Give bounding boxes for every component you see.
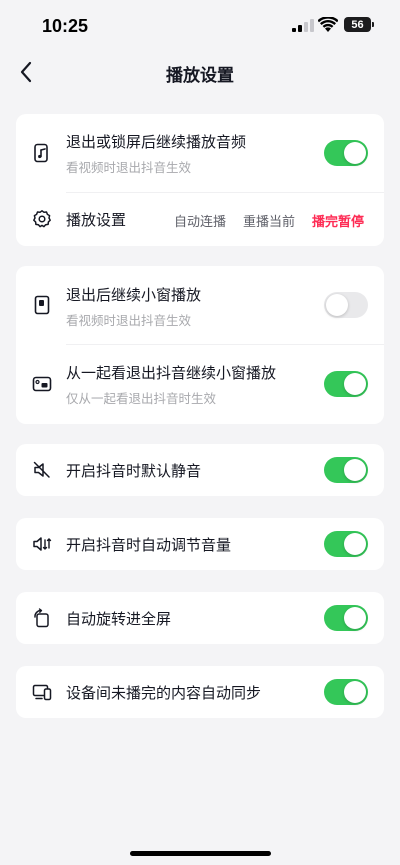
background-audio-title: 退出或锁屏后继续播放音频 [66,133,247,151]
status-bar: 10:25 56 [0,0,400,52]
mini-window-icon [32,295,52,315]
rotate-title: 自动旋转进全屏 [66,610,172,628]
watch-together-icon [32,374,52,394]
watch-together-toggle[interactable] [324,371,368,397]
background-audio-toggle[interactable] [324,140,368,166]
volume-adjust-icon [32,534,52,554]
card-mini-window: 退出后继续小窗播放 看视频时退出抖音生效 从一起看退出抖音继续小窗播放 仅从一起… [16,266,384,424]
music-phone-icon [32,143,52,163]
mute-title: 开启抖音时默认静音 [66,462,202,480]
card-volume: 开启抖音时自动调节音量 [16,518,384,570]
card-sync: 设备间未播完的内容自动同步 [16,666,384,718]
mute-speaker-icon [32,460,52,480]
option-autoplay[interactable]: 自动连播 [174,211,226,230]
row-sync: 设备间未播完的内容自动同步 [16,666,384,718]
mini-window-toggle[interactable] [324,292,368,318]
nav-bar: 播放设置 [0,52,400,92]
rotate-screen-icon [32,608,52,628]
mini-window-subtitle: 看视频时退出抖音生效 [66,313,192,328]
row-playback-mode: 播放设置 自动连播 重播当前 播完暂停 [16,193,384,246]
sync-title: 设备间未播完的内容自动同步 [66,684,262,702]
playback-mode-title: 播放设置 [66,211,127,229]
mini-window-title: 退出后继续小窗播放 [66,286,202,304]
card-audio-playback: 退出或锁屏后继续播放音频 看视频时退出抖音生效 播放设置 自动连播 重播当前 播… [16,114,384,246]
row-mini-window: 退出后继续小窗播放 看视频时退出抖音生效 [16,266,384,344]
battery-cap [372,22,374,27]
row-volume: 开启抖音时自动调节音量 [16,518,384,570]
gear-icon [32,209,52,229]
row-rotate: 自动旋转进全屏 [16,592,384,644]
option-replay[interactable]: 重播当前 [243,211,295,230]
cellular-signal-icon [292,19,314,32]
card-rotate: 自动旋转进全屏 [16,592,384,644]
row-watch-together: 从一起看退出抖音继续小窗播放 仅从一起看退出抖音时生效 [16,345,384,424]
background-audio-subtitle: 看视频时退出抖音生效 [66,160,192,175]
rotate-toggle[interactable] [324,605,368,631]
row-background-audio: 退出或锁屏后继续播放音频 看视频时退出抖音生效 [16,114,384,192]
home-indicator[interactable] [130,851,271,856]
status-time: 10:25 [42,16,89,36]
battery-indicator: 56 [344,17,371,32]
sync-toggle[interactable] [324,679,368,705]
card-mute: 开启抖音时默认静音 [16,444,384,496]
watch-together-title: 从一起看退出抖音继续小窗播放 [66,364,277,382]
wifi-icon [318,17,338,32]
mute-toggle[interactable] [324,457,368,483]
volume-title: 开启抖音时自动调节音量 [66,536,232,554]
page-title: 播放设置 [166,66,234,86]
devices-sync-icon [32,682,52,702]
watch-together-subtitle: 仅从一起看退出抖音时生效 [66,391,217,406]
row-mute: 开启抖音时默认静音 [16,444,384,496]
option-pause-after[interactable]: 播完暂停 [312,211,364,230]
volume-toggle[interactable] [324,531,368,557]
